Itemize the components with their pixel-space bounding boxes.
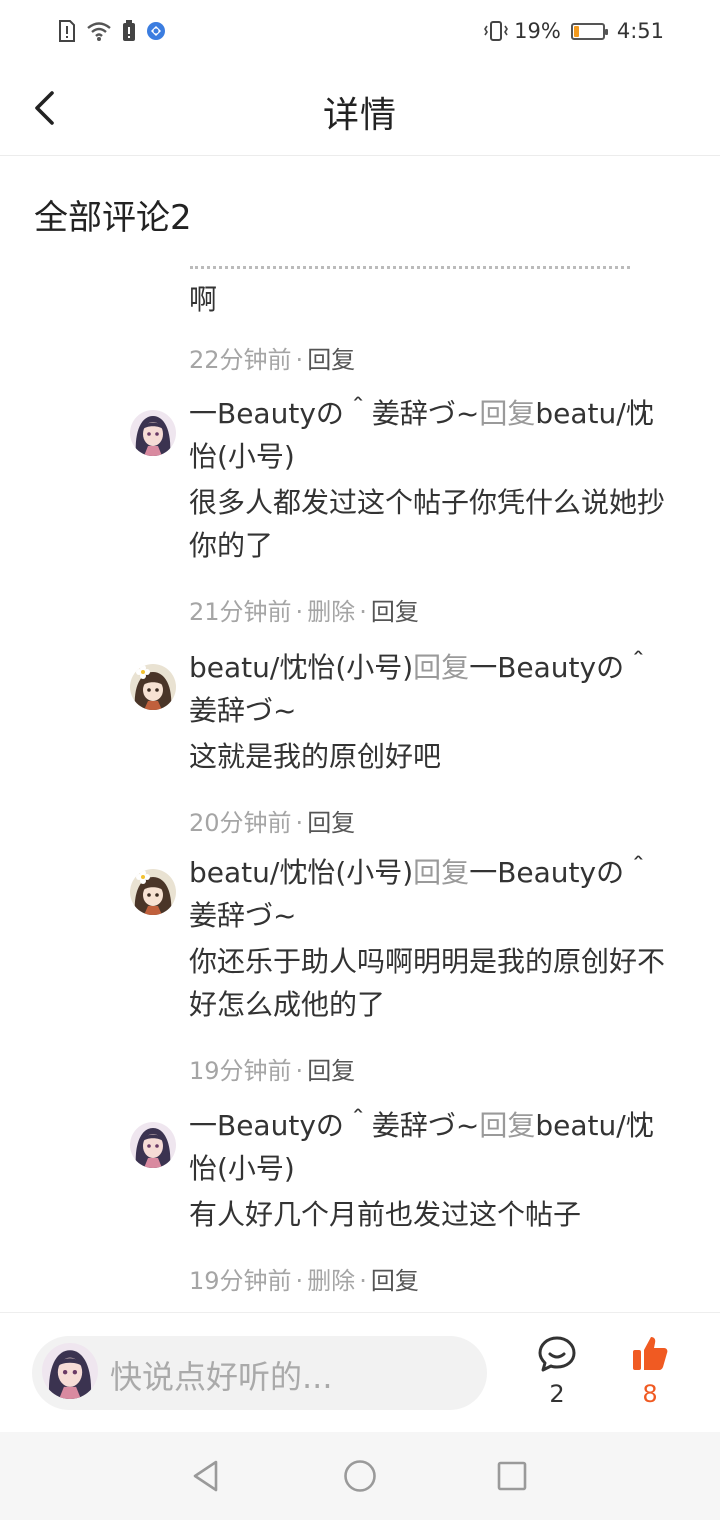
page-title: 详情 bbox=[322, 95, 397, 136]
comment-time: 21分钟前 bbox=[189, 598, 292, 626]
avatar[interactable] bbox=[130, 410, 176, 456]
system-nav-bar bbox=[0, 1432, 720, 1520]
status-bar: 19% 4:51 bbox=[0, 0, 720, 60]
comment-text: 很多人都发过这个帖子你凭什么说她抄你的了 bbox=[189, 486, 666, 562]
reply-button[interactable]: 回复 bbox=[371, 1267, 419, 1295]
comment-text: 你还乐于助人吗啊明明是我的原创好不好怎么成他的了 bbox=[189, 945, 666, 1021]
comment-time: 19分钟前 bbox=[189, 1267, 292, 1295]
like-count: 8 bbox=[642, 1380, 658, 1408]
status-icons-left bbox=[58, 18, 166, 44]
comments-count-title: 全部评论2 bbox=[34, 198, 192, 238]
page-header: 详情 bbox=[0, 60, 720, 156]
nav-recents-icon bbox=[497, 1461, 527, 1491]
my-avatar bbox=[42, 1343, 98, 1399]
status-icons-right: 19% 4:51 bbox=[484, 18, 664, 44]
delete-button[interactable]: 删除 bbox=[307, 1267, 355, 1295]
battery-alert-icon bbox=[123, 20, 135, 41]
avatar-dark-hair-image bbox=[42, 1343, 98, 1399]
comment-meta: 21分钟前 · 删除 · 回复 bbox=[189, 598, 419, 626]
avatar[interactable] bbox=[130, 869, 176, 915]
battery-percent: 19% bbox=[514, 19, 561, 43]
vibrate-icon bbox=[484, 21, 509, 41]
comment-meta: 19分钟前 · 回复 bbox=[189, 1057, 356, 1085]
clipped-text-line bbox=[190, 266, 640, 272]
avatar-flower-image bbox=[130, 869, 176, 915]
comment-count: 2 bbox=[549, 1380, 565, 1408]
comment-header: 一Beautyの＾姜辞づ~回复beatu/忱怡(小号) bbox=[189, 392, 679, 478]
comment-time: 22分钟前 bbox=[189, 346, 292, 374]
battery-icon bbox=[570, 22, 608, 40]
comment-bubble-icon bbox=[538, 1336, 576, 1372]
reply-word: 回复 bbox=[479, 1109, 536, 1142]
comment-header: beatu/忱怡(小号)回复一Beautyの＾姜辞づ~ bbox=[189, 646, 679, 732]
reply-button[interactable]: 回复 bbox=[307, 346, 355, 374]
comment-button[interactable]: 2 bbox=[527, 1334, 587, 1408]
reply-word: 回复 bbox=[479, 397, 536, 430]
comment-author[interactable]: 一Beautyの＾姜辞づ~ bbox=[189, 397, 479, 430]
reply-button[interactable]: 回复 bbox=[307, 809, 355, 837]
comment-input-placeholder: 快说点好听的... bbox=[110, 1358, 333, 1396]
reply-button[interactable]: 回复 bbox=[307, 1057, 355, 1085]
wifi-icon bbox=[87, 22, 111, 41]
nav-recents-button[interactable] bbox=[490, 1454, 534, 1498]
comment-text: 啊 bbox=[189, 283, 218, 316]
comment-time: 20分钟前 bbox=[189, 809, 292, 837]
delete-button[interactable]: 删除 bbox=[307, 598, 355, 626]
avatar[interactable] bbox=[130, 664, 176, 710]
reply-word: 回复 bbox=[413, 856, 470, 889]
clock: 4:51 bbox=[616, 19, 664, 43]
nav-home-icon bbox=[344, 1460, 376, 1492]
like-button[interactable]: 8 bbox=[620, 1334, 680, 1408]
battery-fill bbox=[573, 25, 579, 37]
avatar[interactable] bbox=[130, 1122, 176, 1168]
comment-header: 一Beautyの＾姜辞づ~回复beatu/忱怡(小号) bbox=[189, 1104, 679, 1190]
comment-header: beatu/忱怡(小号)回复一Beautyの＾姜辞づ~ bbox=[189, 851, 679, 937]
comment-author[interactable]: 一Beautyの＾姜辞づ~ bbox=[189, 1109, 479, 1142]
comment-meta: 19分钟前 · 删除 · 回复 bbox=[189, 1267, 419, 1295]
reply-button[interactable]: 回复 bbox=[371, 598, 419, 626]
comment-meta: 20分钟前 · 回复 bbox=[189, 809, 356, 837]
sim-alert-icon bbox=[59, 20, 75, 42]
avatar-flower-image bbox=[130, 664, 176, 710]
avatar-dark-hair-image bbox=[130, 410, 176, 456]
comment-author[interactable]: beatu/忱怡(小号) bbox=[189, 651, 413, 684]
comment-text: 这就是我的原创好吧 bbox=[189, 740, 442, 773]
app-notification-icon bbox=[147, 22, 165, 40]
avatar-dark-hair-image bbox=[130, 1122, 176, 1168]
comment-meta: 22分钟前 · 回复 bbox=[189, 346, 356, 374]
nav-back-button[interactable] bbox=[184, 1454, 228, 1498]
nav-home-button[interactable] bbox=[338, 1454, 382, 1498]
comment-time: 19分钟前 bbox=[189, 1057, 292, 1085]
comment-author[interactable]: beatu/忱怡(小号) bbox=[189, 856, 413, 889]
reply-word: 回复 bbox=[413, 651, 470, 684]
divider bbox=[0, 1312, 720, 1313]
comment-text: 有人好几个月前也发过这个帖子 bbox=[189, 1198, 582, 1231]
thumbs-up-icon bbox=[633, 1337, 668, 1370]
nav-back-icon bbox=[193, 1460, 218, 1492]
